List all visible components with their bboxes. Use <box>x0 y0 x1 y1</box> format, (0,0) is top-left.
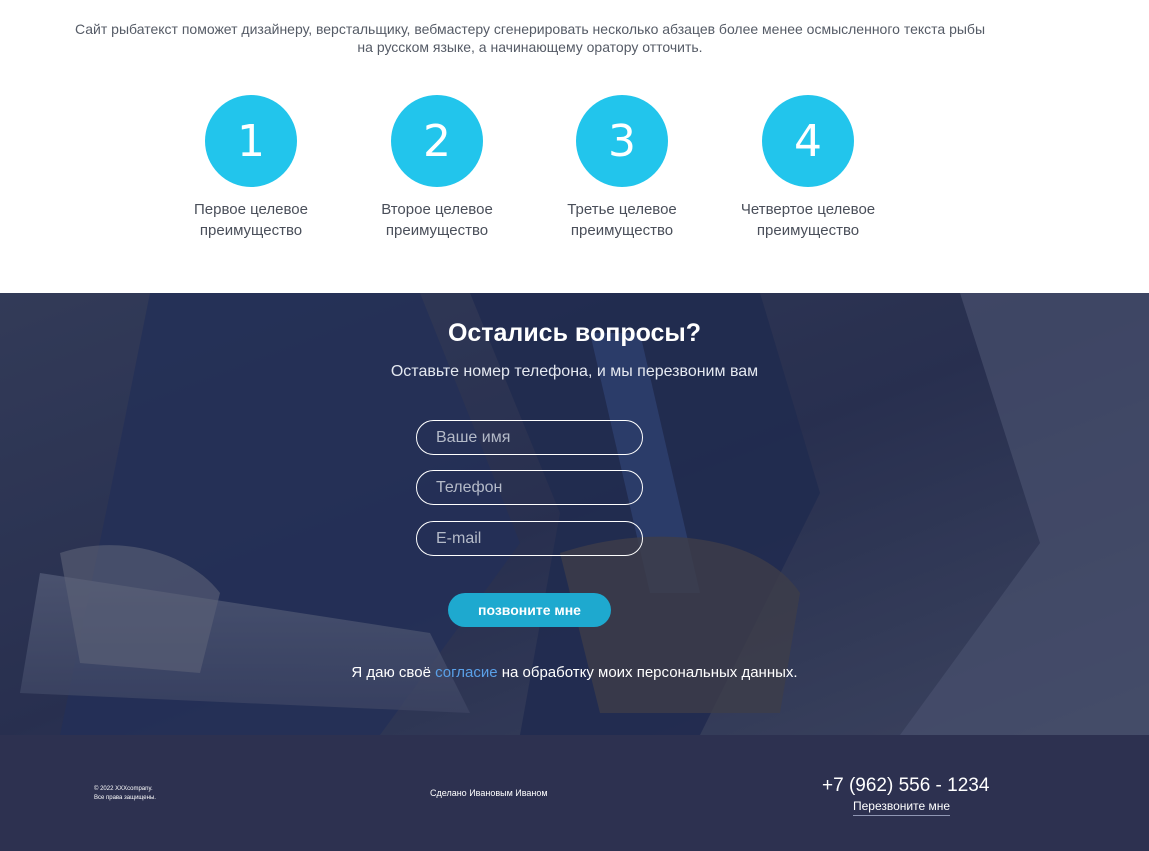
feature-label: Четвертое целевое преимущество <box>728 199 888 241</box>
feature-label-line: Первое целевое <box>194 201 308 218</box>
feature-number-badge: 4 <box>762 95 854 187</box>
consent-text: Я даю своё согласие на обработку моих пе… <box>0 664 1149 681</box>
feature-item: 4 Четвертое целевое преимущество <box>728 95 888 241</box>
feature-label-line: преимущество <box>385 222 489 239</box>
phone-input[interactable] <box>416 470 643 505</box>
features-section: 1 Первое целевое преимущество 2 Второе ц… <box>0 95 1149 255</box>
feature-label-line: преимущество <box>199 222 303 239</box>
feature-number-badge: 1 <box>205 95 297 187</box>
consent-text-start: Я даю своё <box>351 664 431 681</box>
name-input[interactable] <box>416 420 643 455</box>
intro-line-1: Сайт рыбатекст поможет дизайнеру, верста… <box>75 21 985 37</box>
feature-number-badge: 2 <box>391 95 483 187</box>
contact-subtitle: Оставьте номер телефона, и мы перезвоним… <box>390 363 759 380</box>
copyright-line: Все права защищены. <box>94 795 156 801</box>
made-by-text: Сделано Ивановым Иваном <box>430 788 548 798</box>
email-input[interactable] <box>416 521 643 556</box>
footer: © 2022 XXXcompany. Все права защищены. С… <box>0 735 1149 851</box>
feature-label-line: преимущество <box>570 222 674 239</box>
feature-label: Первое целевое преимущество <box>171 199 331 241</box>
feature-label-line: Второе целевое <box>381 201 493 218</box>
feature-label-line: Третье целевое <box>567 201 677 218</box>
feature-item: 2 Второе целевое преимущество <box>357 95 517 241</box>
consent-link[interactable]: согласие <box>435 664 497 681</box>
feature-label: Второе целевое преимущество <box>357 199 517 241</box>
contact-section: Остались вопросы? Оставьте номер телефон… <box>0 293 1149 735</box>
call-me-button[interactable]: позвоните мне <box>448 593 611 627</box>
copyright: © 2022 XXXcompany. Все права защищены. <box>94 785 156 803</box>
feature-label-line: Четвертое целевое <box>740 201 876 218</box>
feature-item: 1 Первое целевое преимущество <box>171 95 331 241</box>
callback-link[interactable]: Перезвоните мне <box>853 799 951 816</box>
intro-text: Сайт рыбатекст поможет дизайнеру, верста… <box>60 20 1000 56</box>
feature-item: 3 Третье целевое преимущество <box>542 95 702 241</box>
feature-label-line: преимущество <box>756 222 860 239</box>
copyright-line: © 2022 XXXcompany. <box>94 786 153 792</box>
feature-label: Третье целевое преимущество <box>542 199 702 241</box>
feature-number-badge: 3 <box>576 95 668 187</box>
contact-title: Остались вопросы? <box>447 319 702 347</box>
intro-line-2: на русском языке, а начинающему оратору … <box>357 39 703 55</box>
footer-phone[interactable]: +7 (962) 556 - 1234 <box>822 775 989 797</box>
consent-text-end: на обработку моих персональных данных. <box>501 664 798 681</box>
